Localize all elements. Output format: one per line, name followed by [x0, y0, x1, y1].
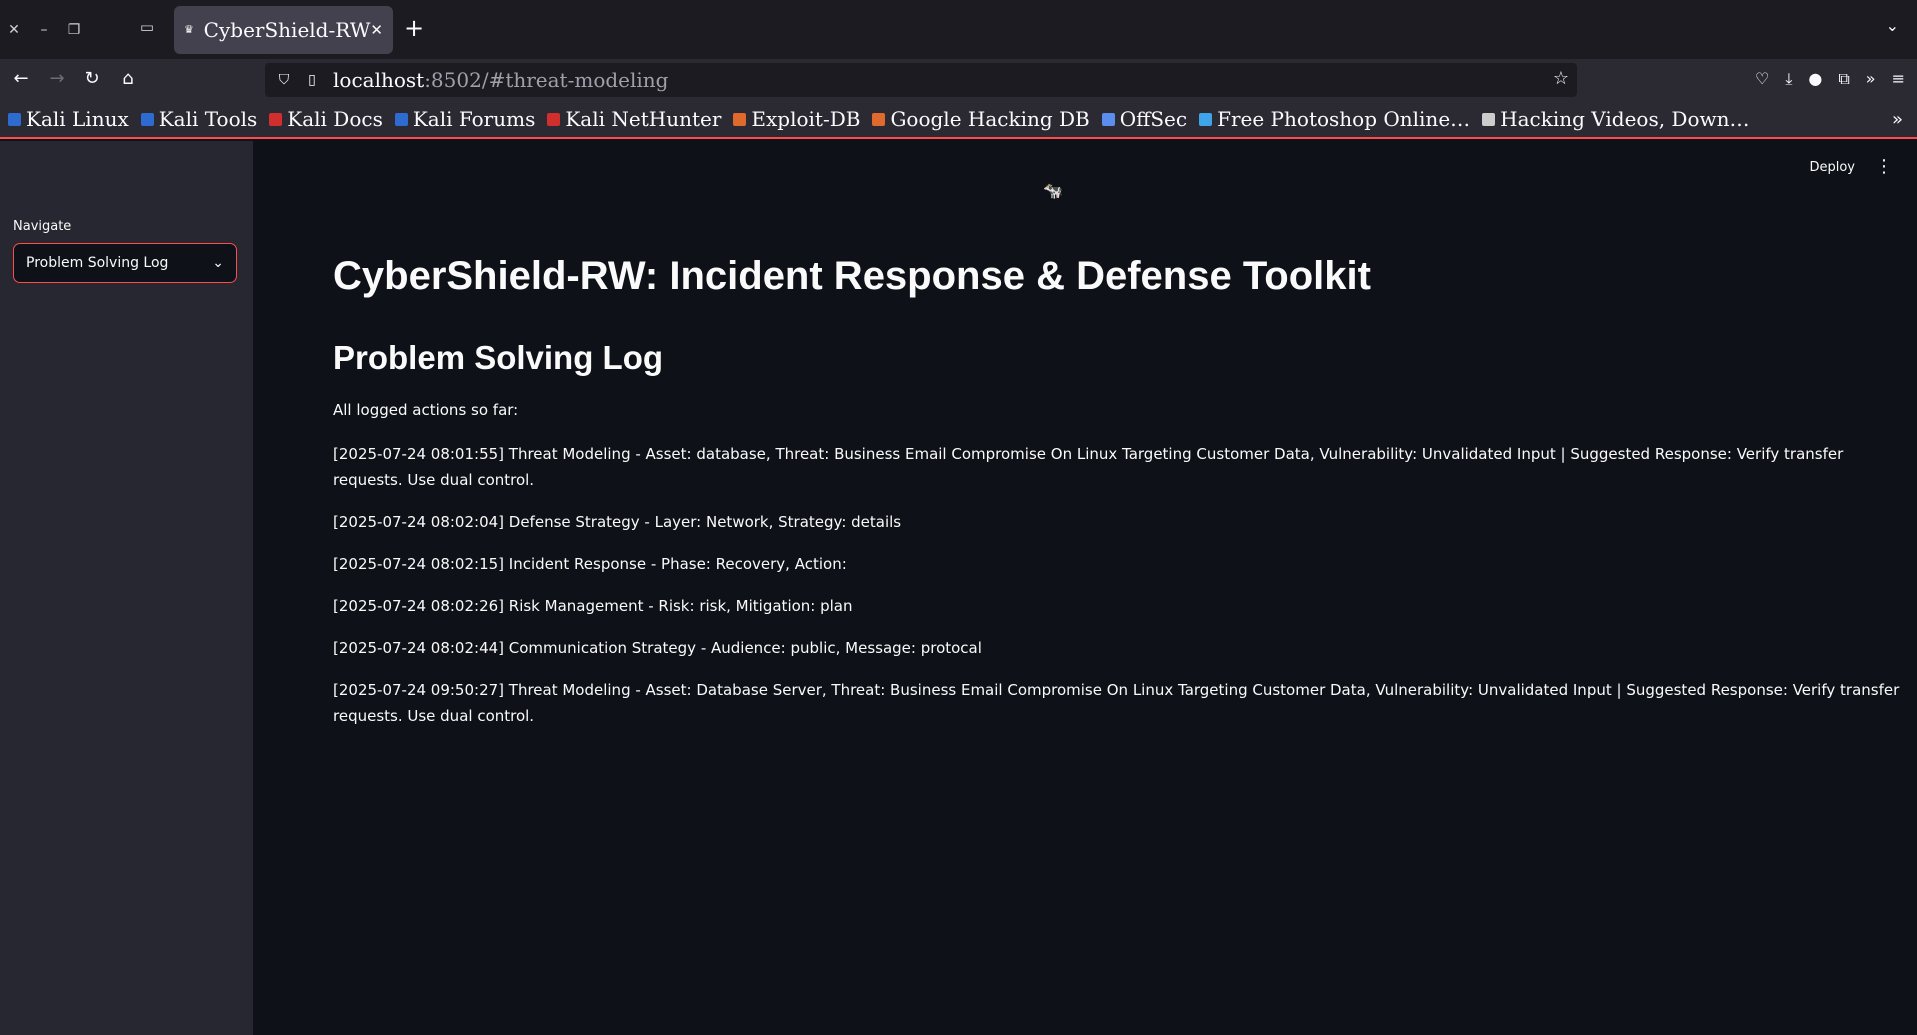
sidebar: Navigate Problem Solving Log ⌄ — [0, 141, 253, 1035]
tab-overview-icon[interactable]: ▭ — [136, 18, 158, 40]
log-entry: [2025-07-24 08:02:04] Defense Strategy -… — [333, 513, 902, 531]
account-icon[interactable]: ● — [1808, 69, 1822, 89]
main-menu-icon[interactable]: ⋮ — [1875, 156, 1893, 177]
bookmark-star-icon[interactable]: ☆ — [1553, 68, 1569, 89]
log-entry: [2025-07-24 08:02:44] Communication Stra… — [333, 639, 982, 657]
navigate-select-value: Problem Solving Log — [26, 255, 169, 271]
url-text[interactable]: localhost:8502/#threat-modeling — [333, 68, 668, 92]
forward-icon[interactable]: → — [45, 68, 69, 89]
hamburger-menu-icon[interactable]: ≡ — [1892, 69, 1905, 89]
bookmark-free-photoshop[interactable]: Free Photoshop Online… — [1199, 107, 1470, 131]
main-content: Deploy ⋮ 🐄 CyberShield-RW: Incident Resp… — [253, 141, 1917, 1035]
bookmark-kali-linux[interactable]: Kali Linux — [8, 107, 129, 131]
page-info-icon[interactable]: ▯ — [301, 72, 323, 88]
chevron-down-icon: ⌄ — [212, 255, 224, 271]
url-bar[interactable]: ⛉ ▯ localhost:8502/#threat-modeling ☆ — [265, 63, 1577, 97]
deploy-button[interactable]: Deploy — [1809, 160, 1855, 175]
tab-title: CyberShield-RW — [203, 18, 371, 42]
url-host: localhost — [333, 68, 425, 92]
dragon-icon — [8, 112, 21, 126]
exploit-db-icon — [733, 112, 747, 126]
tab-close-icon[interactable]: ✕ — [370, 21, 383, 39]
bookmark-kali-docs[interactable]: Kali Docs — [269, 107, 383, 131]
shield-icon[interactable]: ⛉ — [273, 72, 295, 88]
restore-window-icon[interactable]: ❐ — [66, 22, 82, 38]
bookmark-offsec[interactable]: OffSec — [1101, 107, 1187, 131]
bookmark-kali-forums[interactable]: Kali Forums — [394, 107, 535, 131]
new-tab-icon[interactable]: + — [404, 14, 424, 42]
log-entry: [2025-07-24 08:01:55] Threat Modeling - … — [333, 445, 1844, 489]
bookmark-google-hacking-db[interactable]: Google Hacking DB — [872, 107, 1090, 131]
overflow-icon[interactable]: » — [1866, 69, 1876, 89]
back-icon[interactable]: ← — [9, 68, 33, 89]
nethunter-icon — [547, 112, 561, 126]
minimize-window-icon[interactable]: – — [36, 22, 52, 38]
hacking-videos-icon — [1482, 112, 1496, 126]
browser-tab[interactable]: ♛ CyberShield-RW ✕ — [174, 6, 393, 54]
image-icon — [1199, 112, 1213, 126]
offsec-icon — [1101, 112, 1115, 126]
toolbar-right: ♡ ⤓ ● ⧉ » ≡ — [1755, 69, 1905, 89]
url-path: :8502/#threat-modeling — [424, 68, 669, 92]
bookmark-kali-tools[interactable]: Kali Tools — [140, 107, 257, 131]
navigate-label: Navigate — [13, 219, 72, 234]
tab-favicon-icon: ♛ — [184, 23, 194, 36]
download-icon[interactable]: ⤓ — [1785, 69, 1792, 89]
bookmark-exploit-db[interactable]: Exploit-DB — [733, 107, 860, 131]
window-controls: ✕ – ❐ — [0, 22, 82, 38]
log-list: [2025-07-24 08:01:55] Threat Modeling - … — [333, 441, 1903, 745]
kali-tools-icon — [140, 112, 154, 126]
intro-text: All logged actions so far: — [333, 401, 519, 419]
ghdb-icon — [872, 112, 886, 126]
home-icon[interactable]: ⌂ — [116, 68, 140, 89]
chevron-down-icon[interactable]: ⌄ — [1886, 16, 1899, 35]
bookmarks-overflow-icon[interactable]: » — [1892, 109, 1903, 130]
pocket-icon[interactable]: ♡ — [1755, 69, 1769, 89]
log-entry: [2025-07-24 08:02:15] Incident Response … — [333, 555, 847, 573]
log-entry: [2025-07-24 09:50:27] Threat Modeling - … — [333, 681, 1900, 725]
bookmarks-bar: Kali Linux Kali Tools Kali Docs Kali For… — [0, 101, 1917, 139]
close-window-icon[interactable]: ✕ — [6, 22, 22, 38]
kali-docs-icon — [269, 112, 283, 126]
app-logo-icon: 🐄 — [1043, 181, 1063, 200]
tab-bar: ✕ – ❐ ▭ ♛ CyberShield-RW ✕ + ⌄ — [0, 0, 1917, 59]
bookmark-hacking-videos[interactable]: Hacking Videos, Down… — [1482, 107, 1750, 131]
kali-forums-icon — [394, 112, 408, 126]
bookmark-kali-nethunter[interactable]: Kali NetHunter — [547, 107, 721, 131]
navigate-select[interactable]: Problem Solving Log ⌄ — [13, 243, 237, 283]
extensions-icon[interactable]: ⧉ — [1838, 69, 1849, 89]
navigation-bar: ← → ↻ ⌂ ⛉ ▯ localhost:8502/#threat-model… — [0, 59, 1917, 101]
section-title: Problem Solving Log — [333, 339, 664, 376]
log-entry: [2025-07-24 08:02:26] Risk Management - … — [333, 597, 853, 615]
reload-icon[interactable]: ↻ — [80, 68, 104, 89]
page-title: CyberShield-RW: Incident Response & Defe… — [333, 254, 1371, 298]
